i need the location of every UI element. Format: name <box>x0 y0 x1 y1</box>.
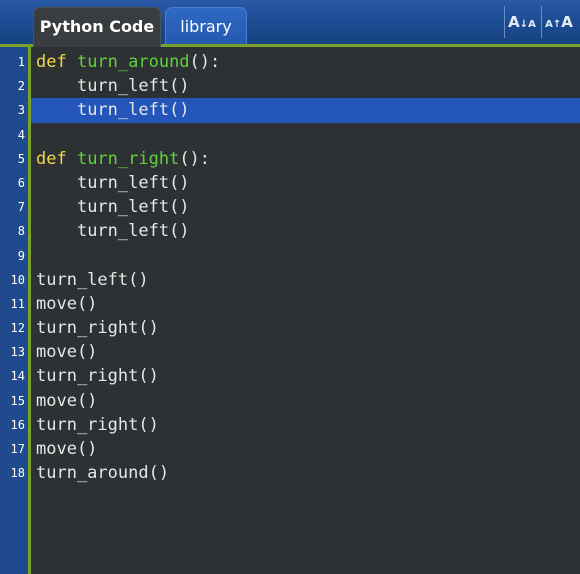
code-line[interactable]: turn_left() <box>31 268 580 292</box>
font-small-letter: A <box>545 19 553 30</box>
code-keyword: def <box>36 148 77 169</box>
line-number: 13 <box>10 345 25 360</box>
line-number: 2 <box>17 79 25 94</box>
code-function-name: turn_right <box>76 148 180 169</box>
code-text: turn_right() <box>36 414 159 435</box>
line-number: 4 <box>17 127 25 142</box>
line-number: 7 <box>17 200 25 215</box>
code-line[interactable]: turn_around() <box>31 461 580 485</box>
code-text: turn_right() <box>36 318 159 339</box>
code-area[interactable]: def turn_around(): turn_left() turn_left… <box>31 50 580 485</box>
code-line[interactable]: turn_left() <box>31 219 580 243</box>
line-number: 16 <box>10 417 25 432</box>
code-text: turn_left() <box>76 221 190 242</box>
line-number: 9 <box>17 248 25 263</box>
line-number: 12 <box>10 321 25 336</box>
code-line[interactable]: move() <box>31 292 580 316</box>
code-text: turn_left() <box>76 100 190 121</box>
code-line[interactable]: move() <box>31 437 580 461</box>
code-line[interactable]: def turn_around(): <box>31 50 580 74</box>
code-keyword: def <box>36 52 77 72</box>
code-function-name: turn_around <box>76 52 190 72</box>
line-number: 8 <box>17 224 25 239</box>
line-number: 17 <box>10 442 25 456</box>
line-number: 5 <box>17 151 25 166</box>
code-text: move() <box>36 293 98 314</box>
code-text: turn_right() <box>36 366 159 387</box>
code-line[interactable]: turn_right() <box>31 316 580 340</box>
code-line[interactable]: turn_left() <box>31 74 580 98</box>
code-text: turn_left() <box>76 172 190 193</box>
code-line[interactable] <box>31 123 580 147</box>
up-arrow-icon: ↑ <box>552 19 562 30</box>
code-line[interactable]: turn_right() <box>31 413 580 437</box>
code-text: move() <box>36 439 98 459</box>
editor-header: Python Code library A↓A A↑A <box>0 0 580 47</box>
line-number: 1 <box>17 55 25 69</box>
code-text: (): <box>189 52 221 72</box>
code-line[interactable]: move() <box>31 340 580 364</box>
code-text: move() <box>36 390 98 411</box>
code-line[interactable]: move() <box>31 389 580 413</box>
line-number: 18 <box>10 466 25 481</box>
code-line[interactable]: turn_left() <box>31 98 580 123</box>
line-numbers: 1 2 3 4 5 6 7 8 9 10 11 12 13 14 15 16 17 18 <box>0 50 27 485</box>
font-large-letter: A <box>508 13 520 31</box>
tab-python-code[interactable]: Python Code <box>33 7 161 47</box>
code-line[interactable]: turn_left() <box>31 195 580 219</box>
font-large-letter: A <box>561 13 573 31</box>
down-arrow-icon: ↓ <box>519 19 529 30</box>
line-number: 11 <box>10 296 25 311</box>
code-line[interactable]: def turn_right(): <box>31 147 580 171</box>
line-number: 10 <box>10 272 25 287</box>
code-line[interactable]: turn_left() <box>31 171 580 195</box>
code-text: turn_left() <box>76 76 190 97</box>
code-text: turn_around() <box>36 463 170 484</box>
code-line[interactable] <box>31 244 580 268</box>
code-text: move() <box>36 342 98 363</box>
font-small-letter: A <box>528 19 536 30</box>
code-line[interactable]: turn_right() <box>31 364 580 388</box>
line-number: 15 <box>10 393 25 408</box>
line-number: 3 <box>17 103 25 118</box>
decrease-font-size-button[interactable]: A↓A <box>504 6 539 38</box>
code-text: (): <box>179 148 211 169</box>
increase-font-size-button[interactable]: A↑A <box>541 6 576 38</box>
line-number: 14 <box>10 369 25 384</box>
code-text: turn_left() <box>76 197 190 218</box>
tab-library[interactable]: library <box>165 7 247 44</box>
code-text: turn_left() <box>36 269 149 290</box>
line-number: 6 <box>17 175 25 190</box>
